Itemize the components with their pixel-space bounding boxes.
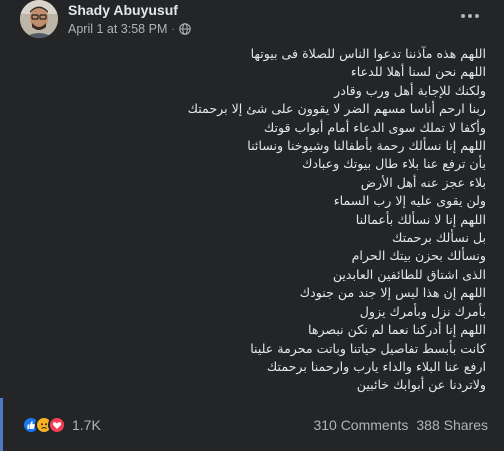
post-line: ولكنك للإجابة أهل ورب وقادر — [334, 82, 486, 98]
post-line: ونسألك بحزن بيتك الحرام — [351, 248, 486, 264]
post-line: اللهم نحن لسنا أهلا للدعاء — [350, 64, 486, 80]
meta-separator: · — [171, 23, 175, 35]
post-line: بأمرك نزل وبأمرك يزول — [359, 303, 486, 319]
post-stats: 310 Comments 388 Shares — [313, 417, 488, 433]
post-line: بل نسألك برحمتك — [391, 230, 486, 246]
post-line: بلاء عجز عنه أهل الأرض — [360, 174, 486, 190]
avatar-image — [20, 0, 58, 38]
post-timestamp[interactable]: April 1 at 3:58 PM — [68, 22, 167, 36]
reactions-summary[interactable]: 1.7K — [22, 416, 101, 434]
post-line: الذى اشتاق للطائفين العابدين — [332, 266, 486, 282]
more-options-icon[interactable] — [458, 8, 482, 24]
comments-count-link[interactable]: 310 Comments — [313, 417, 408, 433]
reaction-count[interactable]: 1.7K — [72, 417, 101, 433]
post-line: اللهم هذه مآذننا تدعوا الناس للصلاة فى ب… — [250, 46, 486, 61]
post-line: ولن يقوى عليه إلا رب السماء — [333, 193, 486, 209]
love-reaction-icon — [48, 416, 66, 434]
facebook-post: Shady Abuyusuf April 1 at 3:58 PM · الله… — [0, 0, 504, 451]
post-line: ربنا ارحم أناسا مسهم الضر لا يقوون على ش… — [187, 101, 486, 117]
post-line: ولاتردنا عن أبوابك خائبين — [356, 377, 486, 393]
avatar[interactable] — [20, 0, 58, 38]
left-accent-bar — [0, 398, 3, 451]
post-meta: April 1 at 3:58 PM · — [68, 22, 191, 36]
post-line: اللهم إن هذا ليس إلا جند من جنودك — [299, 285, 486, 301]
post-line: اللهم إنا نسألك رحمة بأطفالنا وشيوخنا ون… — [247, 138, 486, 154]
post-line: اللهم إنا أدركنا نعما لم نكن نبصرها — [308, 322, 486, 338]
post-line: بأن ترفع عنا بلاء طال بيوتك وعبادك — [301, 156, 486, 172]
globe-icon[interactable] — [178, 23, 191, 35]
post-line: ارفع عنا البلاء والداء يارب وارحمنا برحم… — [266, 358, 486, 374]
shares-count-link[interactable]: 388 Shares — [416, 417, 488, 433]
author-name[interactable]: Shady Abuyusuf — [68, 2, 178, 18]
post-line: اللهم إنا لا نسألك بأعمالنا — [355, 211, 486, 227]
post-line: وأكفا لا تملك سوى الدعاء أمام أبواب قوتك — [263, 119, 486, 135]
post-body: اللهم هذه مآذننا تدعوا الناس للصلاة فى ب… — [180, 45, 486, 395]
post-line: كانت بأبسط تفاصيل حياتنا وباتت محرمة علي… — [250, 340, 486, 356]
